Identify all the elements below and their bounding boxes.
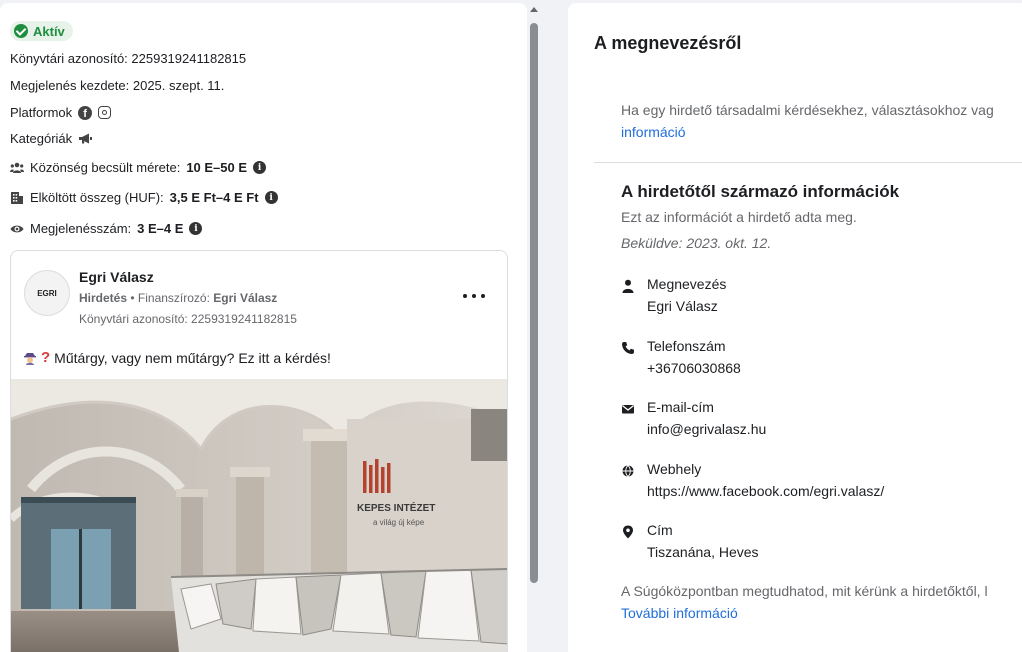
impressions-label: Megjelenésszám: xyxy=(30,221,132,236)
info-row-label: Megnevezés xyxy=(647,276,727,292)
facebook-icon: f xyxy=(78,105,93,120)
library-id-line: Könyvtári azonosító: 2259319241182815 xyxy=(10,51,247,66)
ad-details-panel: Aktív Könyvtári azonosító: 2259319241182… xyxy=(0,3,527,652)
categories-label: Kategóriák xyxy=(10,131,73,146)
section-description: Ezt az információt a hirdető adta meg. xyxy=(621,209,857,225)
info-row-address: Cím Tiszanána, Heves xyxy=(621,522,1022,566)
categories-row: Kategóriák xyxy=(10,131,93,146)
globe-icon xyxy=(622,465,634,477)
info-row-value[interactable]: https://www.facebook.com/egri.valasz/ xyxy=(647,483,884,499)
audience-row: Közönség becsült mérete: 10 E–50 E i xyxy=(10,160,267,175)
sponsored-label: Hirdetés xyxy=(79,291,128,305)
ad-image[interactable]: KEPES INTÉZET a világ új képe xyxy=(11,379,507,652)
info-row-value: Egri Válasz xyxy=(647,298,718,314)
ad-body-text: Műtárgy, vagy nem műtárgy? Ez itt a kérd… xyxy=(54,349,331,366)
footer-text: A Súgóközpontban megtudhatod, mit kérünk… xyxy=(621,583,988,599)
instagram-icon xyxy=(98,106,112,119)
people-icon xyxy=(10,162,24,173)
platforms-label: Platformok xyxy=(10,105,73,120)
spend-value: 3,5 E Ft–4 E Ft xyxy=(169,190,259,205)
audience-label: Közönség becsült mérete: xyxy=(30,160,181,175)
divider xyxy=(594,162,1022,163)
submitted-date: Beküldve: 2023. okt. 12. xyxy=(621,235,772,251)
info-row-value: info@egrivalasz.hu xyxy=(647,421,767,437)
person-icon xyxy=(622,279,634,293)
panel-title: A megnevezésről xyxy=(594,33,742,53)
impressions-row: Megjelenésszám: 3 E–4 E i xyxy=(10,221,203,236)
ad-library-id: Könyvtári azonosító: 2259319241182815 xyxy=(79,312,297,326)
info-row-label: Webhely xyxy=(647,461,702,477)
status-label: Aktív xyxy=(33,23,65,39)
info-row-label: Cím xyxy=(647,522,673,538)
funded-by-value: Egri Válasz xyxy=(213,291,278,305)
info-icon[interactable]: i xyxy=(253,161,267,174)
eye-icon xyxy=(10,225,24,232)
start-date-line: Megjelenés kezdete: 2025. szept. 11. xyxy=(10,78,225,93)
audience-value: 10 E–50 E xyxy=(186,160,248,175)
info-row-label: E-mail-cím xyxy=(647,399,714,415)
page-avatar[interactable]: EGRI xyxy=(24,270,70,316)
more-options-button[interactable] xyxy=(463,289,485,303)
info-row-name: Megnevezés Egri Válasz xyxy=(621,276,1022,320)
scroll-thumb[interactable] xyxy=(530,23,538,583)
mail-icon xyxy=(622,405,634,414)
info-row-value: +36706030868 xyxy=(647,360,741,376)
left-panel-scrollbar[interactable] xyxy=(527,3,541,652)
about-disclaimer-panel: A megnevezésről Ha egy hirdető társadalm… xyxy=(568,3,1022,652)
gallery-interior-photo: KEPES INTÉZET a világ új képe xyxy=(11,379,507,652)
platforms-row: Platformok f xyxy=(10,105,112,120)
info-icon[interactable]: i xyxy=(264,191,278,204)
spend-row: Elköltött összeg (HUF): 3,5 E Ft–4 E Ft … xyxy=(10,190,278,205)
megaphone-icon xyxy=(79,133,93,144)
sponsor-line: Hirdetés • Finanszírozó: Egri Válasz xyxy=(79,291,277,305)
dot-icon xyxy=(463,294,467,298)
dot-icon xyxy=(472,294,476,298)
location-pin-icon xyxy=(623,525,633,539)
spend-label: Elköltött összeg (HUF): xyxy=(30,190,164,205)
dot-icon xyxy=(481,294,485,298)
check-circle-icon xyxy=(14,24,28,38)
intro-more-link[interactable]: információ xyxy=(621,124,686,140)
more-info-link[interactable]: További információ xyxy=(621,605,738,621)
question-mark-emoji-icon: ? xyxy=(41,349,51,366)
detective-emoji-icon xyxy=(24,352,36,365)
info-row-value: Tiszanána, Heves xyxy=(647,544,759,560)
page-name[interactable]: Egri Válasz xyxy=(79,269,154,285)
ad-body-text-row: ? Műtárgy, vagy nem műtárgy? Ez itt a ké… xyxy=(23,349,331,366)
sign-line-1: KEPES INTÉZET xyxy=(357,501,435,514)
impressions-value: 3 E–4 E xyxy=(137,221,184,236)
info-row-email: E-mail-cím info@egrivalasz.hu xyxy=(621,399,1022,443)
funded-by-label: • Finanszírozó: xyxy=(127,291,214,305)
ad-preview-card: EGRI Egri Válasz Hirdetés • Finanszírozó… xyxy=(10,250,508,652)
info-row-phone: Telefonszám +36706030868 xyxy=(621,338,1022,382)
spend-building-icon xyxy=(11,191,23,204)
intro-text: Ha egy hirdető társadalmi kérdésekhez, v… xyxy=(621,102,994,118)
info-row-website: Webhely https://www.facebook.com/egri.va… xyxy=(621,461,1022,505)
avatar-logo-text: EGRI xyxy=(37,288,57,298)
sign-line-2: a világ új képe xyxy=(373,518,425,527)
scroll-up-arrow-icon[interactable] xyxy=(530,7,538,12)
info-icon[interactable]: i xyxy=(189,222,203,235)
info-row-label: Telefonszám xyxy=(647,338,726,354)
section-title: A hirdetőtől származó információk xyxy=(621,182,900,201)
phone-icon xyxy=(622,342,634,354)
status-badge: Aktív xyxy=(10,21,73,41)
